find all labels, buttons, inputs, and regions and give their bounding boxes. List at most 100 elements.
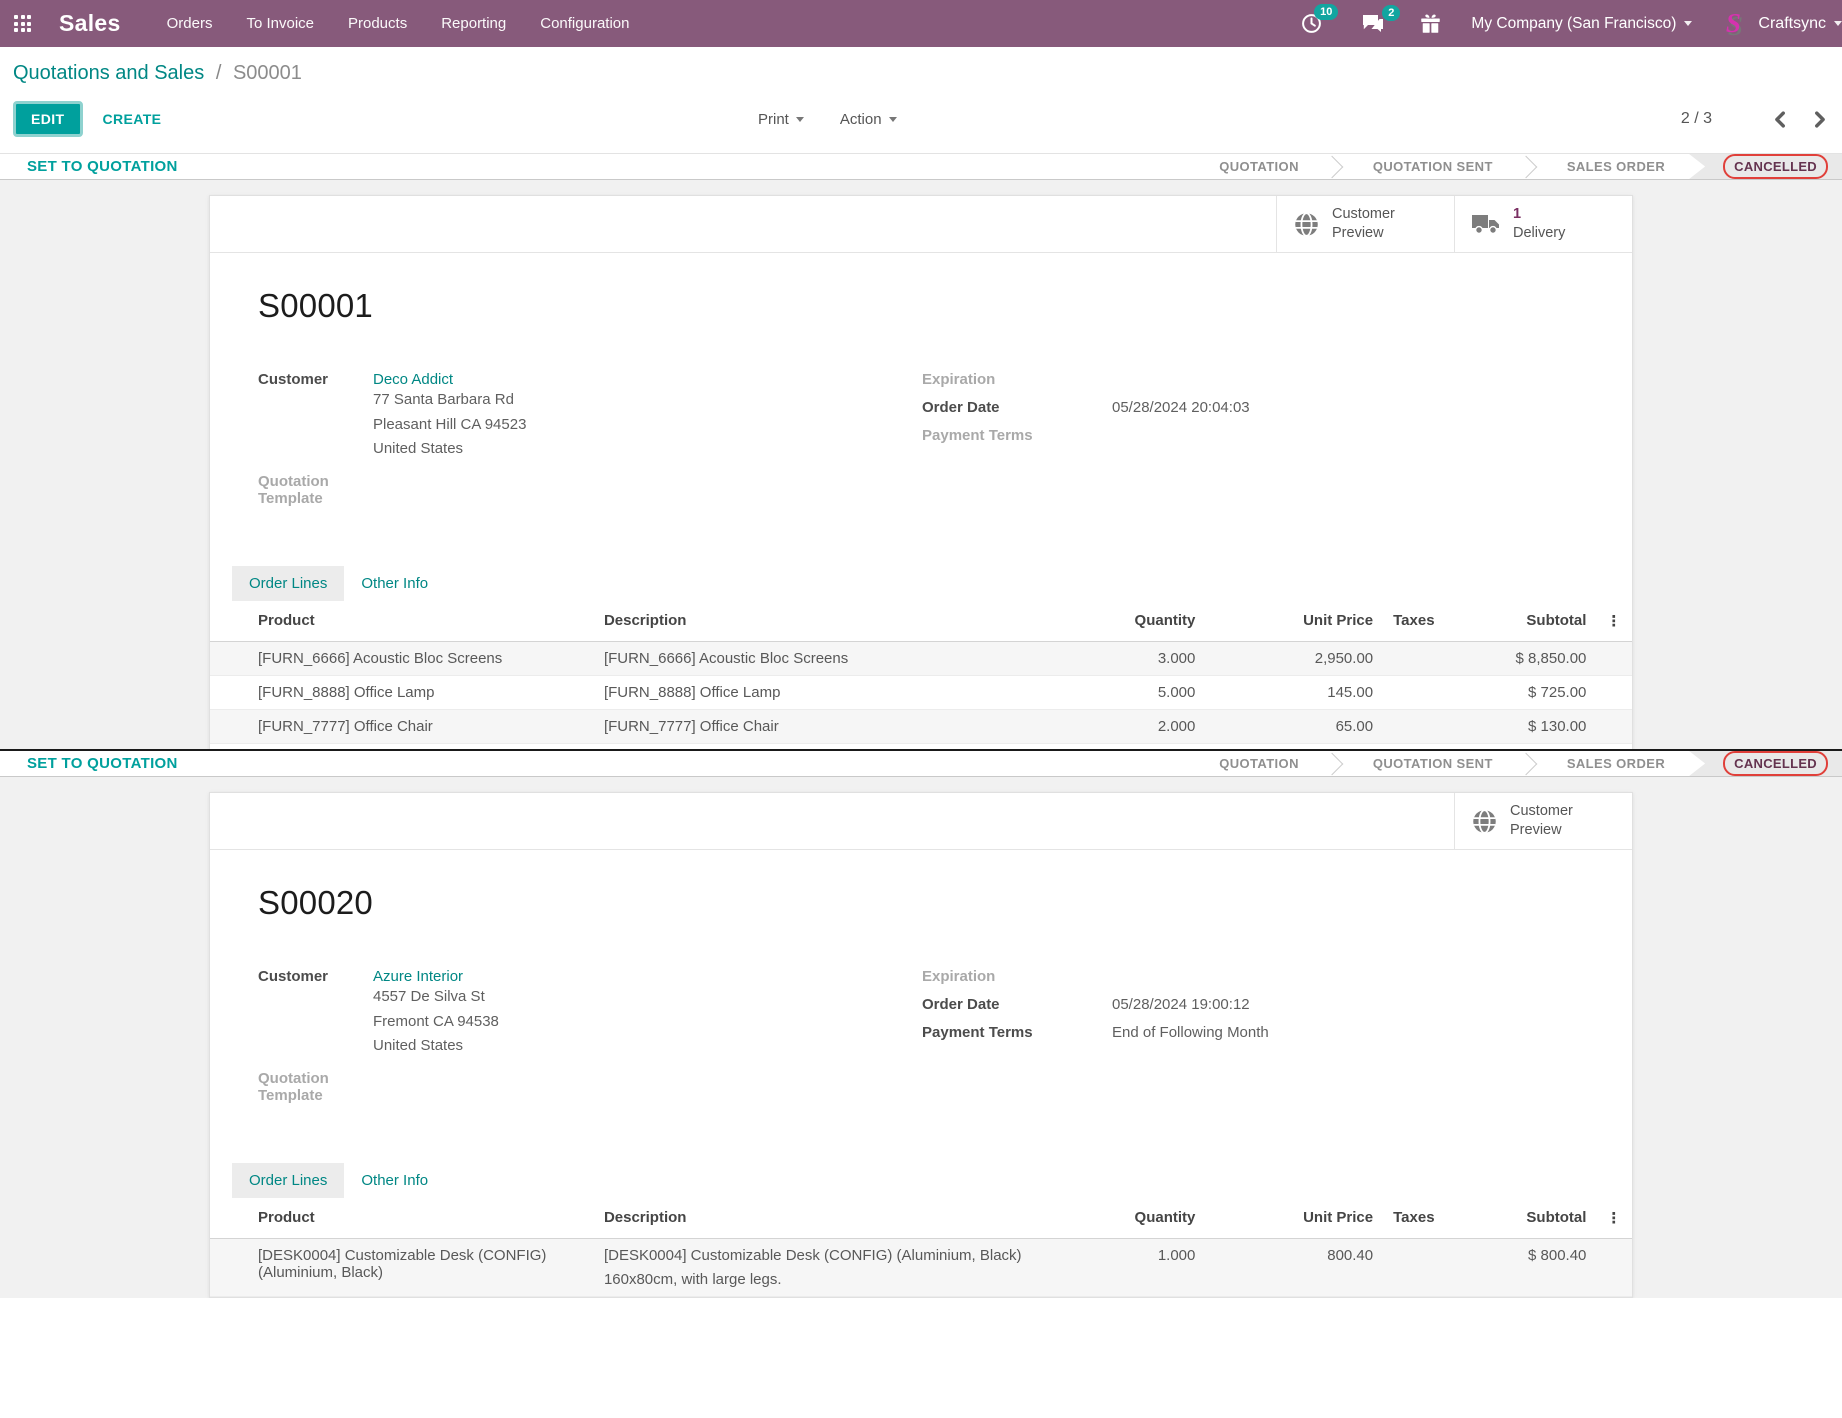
- set-to-quotation-button[interactable]: SET TO QUOTATION: [27, 154, 178, 179]
- print-dropdown[interactable]: Print: [758, 111, 804, 128]
- globe-icon: [1471, 808, 1498, 835]
- quotation-template-field[interactable]: Quotation Template: [258, 1070, 922, 1104]
- customer-link[interactable]: Azure Interior: [373, 968, 463, 985]
- messages-icon[interactable]: 2: [1362, 14, 1384, 33]
- stage-quotation[interactable]: QUOTATION: [1195, 751, 1323, 776]
- cell-unit-price: 145.00: [1205, 675, 1383, 709]
- stage-quotation-sent[interactable]: QUOTATION SENT: [1349, 154, 1517, 179]
- tab-order-lines[interactable]: Order Lines: [232, 566, 344, 601]
- tab-order-lines[interactable]: Order Lines: [232, 1163, 344, 1198]
- cell-quantity: 3.000: [1035, 641, 1206, 675]
- cell-description: [FURN_7777] Office Chair: [594, 709, 1035, 743]
- expiration-label: Expiration: [922, 371, 1112, 388]
- set-to-quotation-button[interactable]: SET TO QUOTATION: [27, 751, 178, 776]
- table-row[interactable]: [DESK0004] Customizable Desk (CONFIG) (A…: [210, 1238, 1632, 1296]
- messages-badge: 2: [1382, 5, 1400, 21]
- app-title[interactable]: Sales: [59, 10, 121, 37]
- payment-terms-field: Payment Terms End of Following Month: [922, 1024, 1584, 1041]
- user-menu[interactable]: Craftsync: [1758, 15, 1842, 33]
- stage-cancelled-current[interactable]: CANCELLED: [1689, 154, 1842, 179]
- col-unit-price[interactable]: Unit Price: [1205, 1198, 1383, 1239]
- payment-terms-field[interactable]: Payment Terms: [922, 427, 1584, 444]
- table-row[interactable]: [FURN_6666] Acoustic Bloc Screens [FURN_…: [210, 641, 1632, 675]
- record-body: Customer Preview S00020 Customer Azure I…: [0, 777, 1842, 1298]
- table-row[interactable]: [FURN_8888] Office Lamp [FURN_8888] Offi…: [210, 675, 1632, 709]
- col-quantity[interactable]: Quantity: [1035, 1198, 1206, 1239]
- customer-preview-button[interactable]: Customer Preview: [1276, 196, 1454, 252]
- table-row[interactable]: [FURN_7777] Office Chair [FURN_7777] Off…: [210, 709, 1632, 743]
- address-line: Pleasant Hill CA 94523: [373, 413, 526, 438]
- edit-button[interactable]: EDIT: [13, 101, 83, 137]
- stage-cancelled-current[interactable]: CANCELLED: [1689, 751, 1842, 776]
- customer-value: Deco Addict 77 Santa Barbara Rd Pleasant…: [373, 371, 526, 462]
- pager: 2 / 3: [1681, 110, 1828, 128]
- col-description[interactable]: Description: [594, 601, 1035, 642]
- control-panel-buttons: EDIT CREATE Print Action 2 / 3: [0, 97, 1842, 141]
- delivery-button[interactable]: 1 Delivery: [1454, 196, 1632, 252]
- customer-link[interactable]: Deco Addict: [373, 371, 453, 388]
- order-date-field: Order Date 05/28/2024 20:04:03: [922, 399, 1584, 416]
- tab-other-info[interactable]: Other Info: [344, 566, 445, 601]
- create-button[interactable]: CREATE: [103, 111, 162, 127]
- form-sheet: Customer Preview 1 Delivery S00001: [209, 195, 1633, 749]
- quotation-template-label: Quotation Template: [258, 473, 373, 507]
- activities-clock-icon[interactable]: 10: [1301, 13, 1322, 34]
- breadcrumb-parent-link[interactable]: Quotations and Sales: [13, 62, 204, 84]
- pager-previous-button[interactable]: [1772, 111, 1786, 128]
- menu-orders[interactable]: Orders: [167, 15, 213, 32]
- col-product[interactable]: Product: [210, 601, 594, 642]
- cell-taxes: [1383, 641, 1454, 675]
- order-date-value[interactable]: 05/28/2024 19:00:12: [1112, 996, 1250, 1013]
- cell-subtotal: $ 8,850.00: [1454, 641, 1596, 675]
- gift-icon[interactable]: [1420, 13, 1441, 34]
- address-line: 77 Santa Barbara Rd: [373, 388, 526, 413]
- customer-preview-button[interactable]: Customer Preview: [1454, 793, 1632, 849]
- apps-grid-icon[interactable]: [14, 15, 31, 32]
- col-taxes[interactable]: Taxes: [1383, 601, 1454, 642]
- col-taxes[interactable]: Taxes: [1383, 1198, 1454, 1239]
- tab-other-info[interactable]: Other Info: [344, 1163, 445, 1198]
- cell-subtotal: $ 725.00: [1454, 675, 1596, 709]
- stage-quotation[interactable]: QUOTATION: [1195, 154, 1323, 179]
- menu-reporting[interactable]: Reporting: [441, 15, 506, 32]
- column-options-icon[interactable]: ⋮: [1596, 1198, 1632, 1239]
- avatar[interactable]: S: [1718, 9, 1748, 39]
- payment-terms-value[interactable]: End of Following Month: [1112, 1024, 1269, 1041]
- col-product[interactable]: Product: [210, 1198, 594, 1239]
- sheet-content: S00020 Customer Azure Interior 4557 De S…: [210, 884, 1632, 1297]
- menu-to-invoice[interactable]: To Invoice: [246, 15, 314, 32]
- stage-sales-order[interactable]: SALES ORDER: [1543, 154, 1689, 179]
- menu-products[interactable]: Products: [348, 15, 407, 32]
- order-date-label: Order Date: [922, 996, 1112, 1013]
- company-switcher[interactable]: My Company (San Francisco): [1471, 15, 1692, 33]
- quotation-template-field[interactable]: Quotation Template: [258, 473, 922, 507]
- customer-label: Customer: [258, 968, 373, 1059]
- statusbar-row: SET TO QUOTATION QUOTATION QUOTATION SEN…: [0, 153, 1842, 180]
- stage-sales-order[interactable]: SALES ORDER: [1543, 751, 1689, 776]
- customer-field: Customer Azure Interior 4557 De Silva St…: [258, 968, 922, 1059]
- col-subtotal[interactable]: Subtotal: [1454, 1198, 1596, 1239]
- record-s00001: SET TO QUOTATION QUOTATION QUOTATION SEN…: [0, 153, 1842, 749]
- column-options-icon[interactable]: ⋮: [1596, 601, 1632, 642]
- cell-product: [FURN_8888] Office Lamp: [210, 675, 594, 709]
- col-unit-price[interactable]: Unit Price: [1205, 601, 1383, 642]
- col-description[interactable]: Description: [594, 1198, 1035, 1239]
- customer-preview-label: Customer Preview: [1510, 802, 1573, 840]
- cell-unit-price: 800.40: [1205, 1238, 1383, 1296]
- cell-taxes: [1383, 1238, 1454, 1296]
- delivery-label: 1 Delivery: [1513, 205, 1565, 243]
- form-sheet: Customer Preview S00020 Customer Azure I…: [209, 792, 1633, 1298]
- statusbar-row: SET TO QUOTATION QUOTATION QUOTATION SEN…: [0, 749, 1842, 777]
- col-subtotal[interactable]: Subtotal: [1454, 601, 1596, 642]
- expiration-field[interactable]: Expiration: [922, 968, 1584, 985]
- menu-configuration[interactable]: Configuration: [540, 15, 629, 32]
- order-lines-table: Product Description Quantity Unit Price …: [210, 1198, 1632, 1297]
- pager-next-button[interactable]: [1814, 111, 1828, 128]
- stage-quotation-sent[interactable]: QUOTATION SENT: [1349, 751, 1517, 776]
- order-date-value[interactable]: 05/28/2024 20:04:03: [1112, 399, 1250, 416]
- customer-field: Customer Deco Addict 77 Santa Barbara Rd…: [258, 371, 922, 462]
- col-quantity[interactable]: Quantity: [1035, 601, 1206, 642]
- notebook-tabs: Order Lines Other Info: [232, 566, 1584, 601]
- expiration-field[interactable]: Expiration: [922, 371, 1584, 388]
- action-dropdown[interactable]: Action: [840, 111, 897, 128]
